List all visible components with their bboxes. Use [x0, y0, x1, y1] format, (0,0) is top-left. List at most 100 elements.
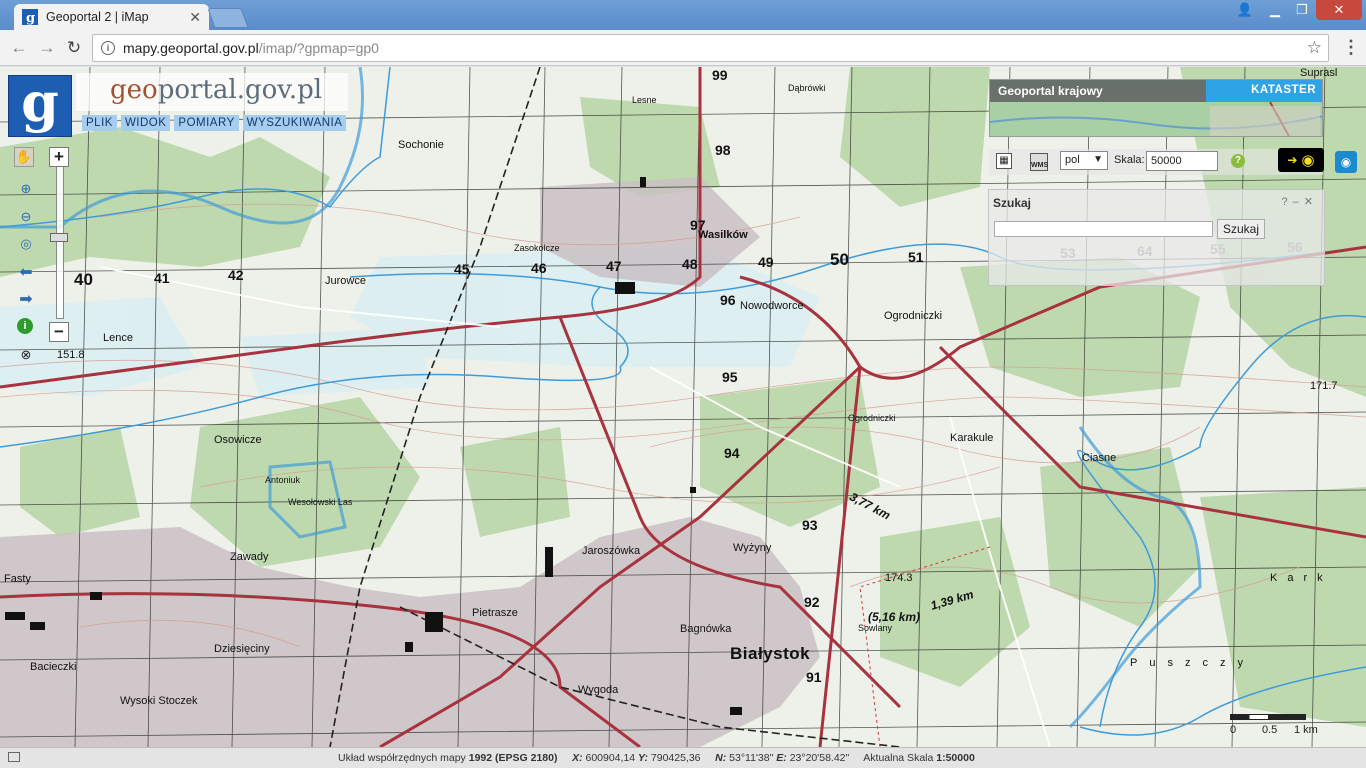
place-label: Karakule [950, 432, 994, 444]
grid-number: 92 [804, 594, 820, 610]
tab-close-icon[interactable]: ✕ [189, 9, 201, 26]
spot-height: 151.8 [57, 349, 85, 361]
new-tab-button[interactable] [207, 8, 249, 28]
scale-bar-graphic [1230, 714, 1306, 720]
place-label: Nowodworce [740, 300, 804, 312]
minimize-icon[interactable]: – [1293, 196, 1304, 208]
place-label: Ogrodniczki [884, 310, 943, 322]
place-label: Zasokolcze [514, 243, 560, 253]
place-label: Lence [103, 332, 133, 344]
menu-widok[interactable]: WIDOK [120, 115, 171, 131]
place-label: Wasilków [698, 229, 748, 241]
menu-pomiary[interactable]: POMIARY [174, 115, 239, 131]
browser-tab-active[interactable]: g Geoportal 2 | iMap ✕ [14, 4, 209, 30]
overview-thumbnail [990, 102, 1322, 136]
svg-text:g: g [26, 11, 35, 25]
browser-navbar: ← → ↻ i mapy.geoportal.gov.pl/imap/?gpma… [0, 30, 1366, 66]
close-window-button[interactable]: ✕ [1316, 0, 1362, 20]
e-value: 23°20'58.42" [789, 752, 850, 764]
grid-number: 42 [228, 267, 244, 283]
maximize-button[interactable]: ❐ [1289, 0, 1315, 20]
user-icon[interactable]: 👤 [1232, 0, 1258, 20]
scale-input[interactable]: 50000 [1146, 151, 1218, 171]
search-title: Szukaj [993, 196, 1032, 210]
y-label: Y: [638, 752, 648, 764]
grid-number: 95 [722, 369, 738, 385]
basemap-label[interactable]: Geoportal krajowy [990, 80, 1206, 102]
place-label: Dąbrówki [788, 83, 826, 93]
zoom-in-button[interactable]: + [49, 147, 69, 167]
grid-number: 91 [806, 669, 822, 685]
crs-value: 1992 (EPSG 2180) [468, 752, 558, 764]
status-bar: Układ współrzędnych mapy 1992 (EPSG 2180… [0, 747, 1366, 768]
overview-map[interactable]: Geoportal krajowy KATASTER [989, 79, 1323, 137]
geoportal-favicon-icon: g [22, 9, 38, 25]
main-menu: PLIK WIDOK POMIARY WYSZUKIWANIA [82, 115, 347, 131]
zoom-in-box-icon[interactable]: ⊕ [16, 179, 36, 199]
grid-number: 46 [531, 260, 547, 276]
language-value: pol [1065, 154, 1080, 166]
map-view[interactable]: 99 98 97 96 95 94 93 92 91 40 41 42 45 4… [0, 67, 1366, 747]
help-icon[interactable]: ? [1231, 154, 1245, 168]
spot-height: 174.3 [885, 572, 913, 584]
search-input[interactable] [994, 221, 1213, 237]
language-select[interactable]: pol ▼ [1060, 151, 1108, 170]
eye-toggle-icon[interactable]: ◉ [1335, 151, 1357, 173]
grid-number: 40 [74, 270, 93, 289]
next-view-arrow-icon[interactable]: ➡ [16, 289, 36, 309]
clear-measure-icon[interactable]: ⊗ [16, 345, 36, 365]
legend-icon[interactable]: ▦ [996, 153, 1012, 169]
zoom-out-box-icon[interactable]: ⊖ [16, 207, 36, 227]
n-value: 53°11'38" [729, 752, 774, 764]
zoom-slider-thumb[interactable] [50, 233, 68, 242]
menu-wyszukiwania[interactable]: WYSZUKIWANIA [242, 115, 347, 131]
y-value: 790425,36 [650, 752, 701, 764]
zoom-out-button[interactable]: − [49, 322, 69, 342]
address-bar[interactable]: i mapy.geoportal.gov.pl/imap/?gpmap=gp0 … [92, 34, 1329, 62]
current-scale-value: 1:50000 [936, 752, 975, 764]
site-info-icon[interactable]: i [101, 41, 115, 55]
place-label: Antoniuk [265, 475, 301, 485]
forward-arrow-icon[interactable]: → [36, 37, 58, 59]
site-title-part: geo [110, 75, 158, 105]
grid-number: 50 [830, 250, 849, 269]
menu-plik[interactable]: PLIK [82, 115, 117, 131]
grid-number: 94 [724, 445, 740, 461]
place-label: Zawady [230, 551, 269, 563]
geoportal-logo[interactable]: g [8, 75, 72, 137]
layers-visibility-button[interactable]: ➔ ◉ [1278, 148, 1324, 172]
place-label: Lesne [632, 95, 657, 105]
place-label: Kark [1270, 572, 1333, 584]
grid-number: 47 [606, 258, 622, 274]
n-label: N: [715, 752, 727, 764]
browser-menu-icon[interactable]: ⋮ [1342, 37, 1360, 58]
place-label: Jaroszówka [582, 545, 641, 557]
place-label: Osowicze [214, 434, 262, 446]
minimize-button[interactable]: ▁ [1262, 0, 1288, 20]
place-label: Wyżyny [733, 542, 772, 554]
x-label: X: [572, 752, 583, 764]
help-icon[interactable]: ? [1282, 196, 1293, 208]
corner-icon [8, 752, 20, 762]
bookmark-star-icon[interactable]: ☆ [1307, 38, 1322, 58]
scale-bar-end: 1 km [1294, 724, 1318, 736]
place-label: Dziesięciny [214, 643, 270, 655]
zoom-extent-icon[interactable]: ◎ [16, 234, 36, 254]
place-label: Wygoda [578, 684, 619, 696]
cadastre-label[interactable]: KATASTER [1206, 80, 1322, 102]
search-button[interactable]: Szukaj [1217, 219, 1265, 239]
pan-hand-icon[interactable]: ✋ [14, 147, 34, 167]
current-scale-label: Aktualna Skala [863, 752, 934, 764]
reload-icon[interactable]: ↻ [63, 37, 85, 59]
url-host: mapy.geoportal.gov.pl [123, 40, 259, 56]
tab-title: Geoportal 2 | iMap [46, 10, 149, 24]
place-label: Sowlany [858, 623, 893, 633]
info-icon[interactable]: i [17, 318, 33, 334]
place-label: Suprasl [1300, 67, 1338, 79]
close-icon[interactable]: ✕ [1304, 196, 1318, 208]
back-arrow-icon[interactable]: ← [8, 37, 30, 59]
site-title: geoportal.gov.pl [76, 73, 348, 111]
previous-view-arrow-icon[interactable]: ⬅ [16, 262, 36, 282]
wms-icon[interactable]: WMS [1030, 153, 1048, 171]
browser-titlebar: g Geoportal 2 | iMap ✕ 👤 ▁ ❐ ✕ [0, 0, 1366, 30]
